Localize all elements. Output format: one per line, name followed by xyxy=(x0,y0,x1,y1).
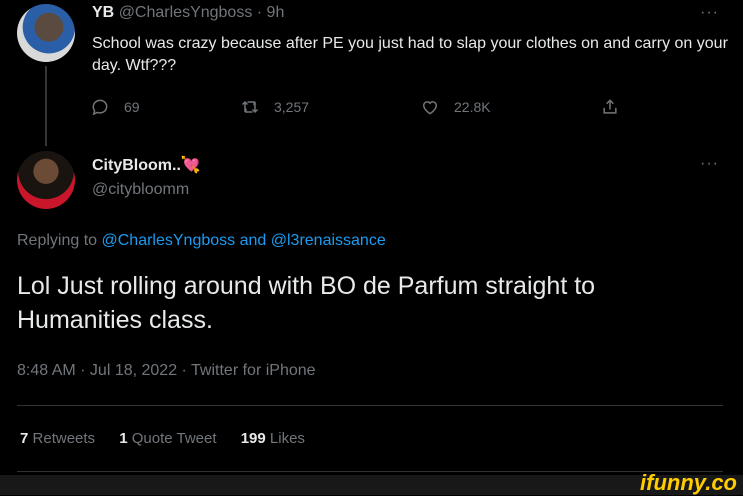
reply-avatar[interactable] xyxy=(17,151,75,209)
stats-row: 7 Retweets 1 Quote Tweet 199 Likes xyxy=(20,430,305,447)
replying-to: Replying to @CharlesYngboss and @l3renai… xyxy=(17,232,386,250)
reply-icon xyxy=(92,99,108,116)
share-icon xyxy=(603,99,617,114)
replying-to-user-1[interactable]: @CharlesYngboss xyxy=(102,232,236,249)
likes-label: Likes xyxy=(269,430,305,447)
parent-display-name[interactable]: YB xyxy=(92,4,114,21)
replying-to-user-2[interactable]: @l3renaissance xyxy=(271,232,386,249)
parent-text: School was crazy because after PE you ju… xyxy=(92,35,728,74)
retweets-count: 7 xyxy=(20,430,29,447)
retweets-stat[interactable]: 7 Retweets xyxy=(20,430,99,447)
reply-more-button[interactable]: ··· xyxy=(700,155,719,173)
parent-handle[interactable]: @CharlesYngboss xyxy=(119,4,253,21)
share-action[interactable] xyxy=(600,97,634,117)
quotes-label: Quote Tweet xyxy=(131,430,217,447)
replying-to-and: and xyxy=(239,232,267,249)
reply-handle[interactable]: @citybloomm xyxy=(92,181,189,199)
divider-top xyxy=(17,405,723,406)
parent-avatar[interactable] xyxy=(17,4,75,62)
likes-stat[interactable]: 199 Likes xyxy=(241,430,305,447)
reply-action[interactable]: 69 xyxy=(90,97,140,117)
watermark-bar xyxy=(0,475,743,495)
like-count: 22.8K xyxy=(454,99,491,115)
likes-count: 199 xyxy=(240,430,266,447)
quotes-count: 1 xyxy=(119,430,128,447)
quotes-stat[interactable]: 1 Quote Tweet xyxy=(119,430,220,447)
reply-timestamp[interactable]: 8:48 AM · Jul 18, 2022 · Twitter for iPh… xyxy=(17,362,316,380)
reply-count: 69 xyxy=(124,99,140,115)
divider-bottom xyxy=(17,471,723,472)
reply-name-row: CityBloom..💘 xyxy=(92,155,201,175)
retweet-action[interactable]: 3,257 xyxy=(240,97,309,117)
reply-name-emoji: 💘 xyxy=(180,157,201,174)
parent-header: YB @CharlesYngboss · 9h xyxy=(92,4,284,22)
heart-icon xyxy=(422,101,438,115)
parent-time[interactable]: · 9h xyxy=(257,4,285,21)
retweet-icon xyxy=(241,100,259,114)
ifunny-watermark: ifunny.co xyxy=(640,470,737,495)
reply-display-name[interactable]: CityBloom.. xyxy=(92,157,181,174)
parent-more-button[interactable]: ··· xyxy=(700,4,719,22)
like-action[interactable]: 22.8K xyxy=(420,97,491,117)
replying-to-prefix: Replying to xyxy=(17,232,98,249)
thread-line xyxy=(45,66,47,146)
reply-text: Lol Just rolling around with BO de Parfu… xyxy=(17,272,596,334)
retweets-label: Retweets xyxy=(32,430,96,447)
retweet-count: 3,257 xyxy=(274,99,310,115)
